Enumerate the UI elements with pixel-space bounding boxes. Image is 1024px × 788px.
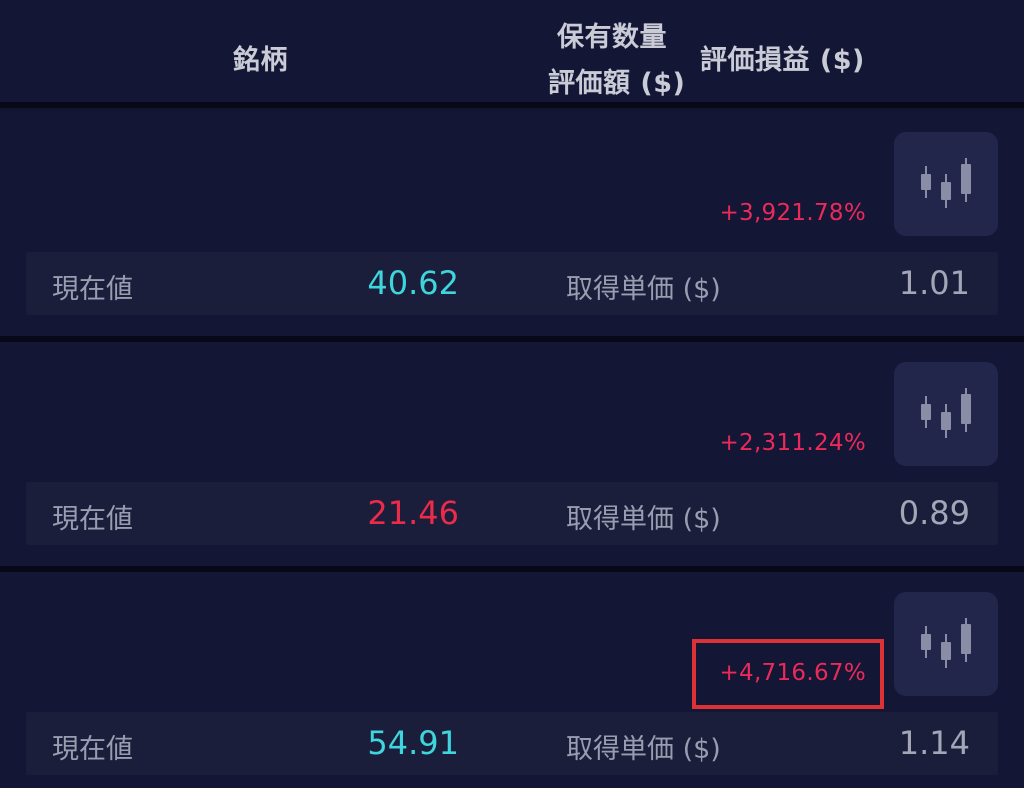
- current-price-label: 現在値: [52, 504, 133, 535]
- holding-row[interactable]: +3,921.78% 現在値 40.62 取得単価 ($) 1.01: [0, 112, 1024, 336]
- cost-label: 取得単価 ($): [566, 504, 721, 535]
- cost-label: 取得単価 ($): [566, 734, 721, 765]
- current-price: 21.46: [367, 494, 459, 532]
- chart-button[interactable]: [894, 132, 998, 236]
- cost-label: 取得単価 ($): [566, 274, 721, 305]
- header-quantity: 保有数量: [557, 22, 667, 53]
- header-symbol: 銘柄: [233, 45, 288, 76]
- highlight-annotation-box: [692, 639, 884, 709]
- price-row: 現在値 40.62 取得単価 ($) 1.01: [26, 252, 998, 315]
- pnl-percent: +3,921.78%: [719, 200, 866, 226]
- table-header: 銘柄 保有数量 評価額 ($) 評価損益 ($): [0, 0, 1024, 102]
- candlestick-chart-icon: [921, 158, 971, 208]
- current-price-label: 現在値: [52, 734, 133, 765]
- cost-price: 1.01: [898, 264, 970, 302]
- holdings-screen: 銘柄 保有数量 評価額 ($) 評価損益 ($) +3,921.78% 現在値 …: [0, 0, 1024, 788]
- candlestick-chart-icon: [921, 618, 971, 668]
- current-price: 40.62: [367, 264, 459, 302]
- header-valuation: 評価額 ($): [548, 68, 686, 99]
- candlestick-chart-icon: [921, 388, 971, 438]
- chart-button[interactable]: [894, 362, 998, 466]
- price-row: 現在値 21.46 取得単価 ($) 0.89: [26, 482, 998, 545]
- divider: [0, 102, 1024, 108]
- cost-price: 1.14: [898, 724, 970, 762]
- header-pnl: 評価損益 ($): [700, 45, 865, 76]
- price-row: 現在値 54.91 取得単価 ($) 1.14: [26, 712, 998, 775]
- current-price-label: 現在値: [52, 274, 133, 305]
- pnl-percent: +2,311.24%: [719, 430, 866, 456]
- chart-button[interactable]: [894, 592, 998, 696]
- cost-price: 0.89: [898, 494, 970, 532]
- current-price: 54.91: [367, 724, 459, 762]
- holding-row[interactable]: +2,311.24% 現在値 21.46 取得単価 ($) 0.89: [0, 342, 1024, 566]
